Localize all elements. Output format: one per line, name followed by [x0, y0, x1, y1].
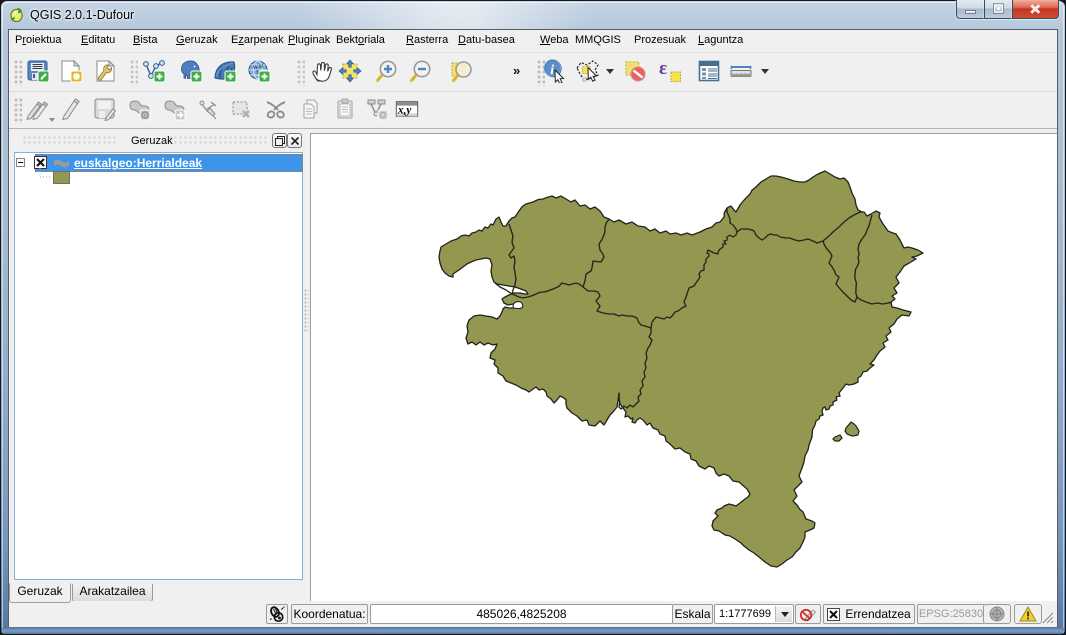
- svg-text:i: i: [550, 63, 554, 78]
- svg-text:M: M: [259, 64, 263, 70]
- svg-text:x,y: x,y: [397, 105, 411, 117]
- svg-text:ε: ε: [659, 59, 667, 79]
